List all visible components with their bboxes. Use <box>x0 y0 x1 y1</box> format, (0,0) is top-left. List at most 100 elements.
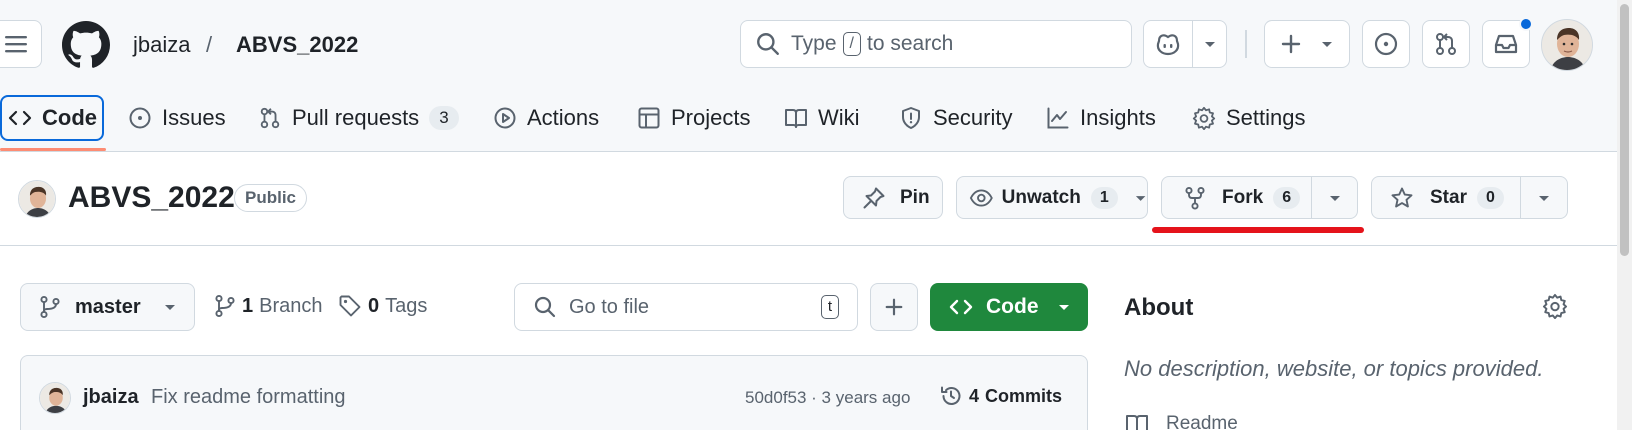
create-new-button[interactable] <box>1264 20 1350 68</box>
tab-security[interactable]: Security <box>899 95 1012 141</box>
go-to-file-placeholder: Go to file <box>569 295 650 318</box>
search-input[interactable]: Type / to search <box>740 20 1132 68</box>
notification-dot <box>1519 17 1533 31</box>
scrollbar-thumb[interactable] <box>1620 4 1629 256</box>
pin-button[interactable]: Pin <box>843 176 943 219</box>
add-file-button[interactable] <box>870 283 918 331</box>
eye-icon <box>969 188 993 207</box>
commits-label: Commits <box>985 385 1063 406</box>
history-icon <box>941 386 961 405</box>
about-heading: About <box>1124 294 1194 321</box>
menu-button[interactable] <box>0 20 42 68</box>
page-scrollbar[interactable] <box>1617 0 1632 430</box>
breadcrumb-separator: / <box>206 32 213 57</box>
book-icon <box>785 109 807 128</box>
star-icon <box>1391 187 1413 207</box>
avatar-image <box>40 383 70 413</box>
copilot-button[interactable] <box>1143 20 1227 68</box>
go-to-file-input[interactable]: Go to file t <box>514 283 858 331</box>
gear-icon <box>1192 106 1216 130</box>
issue-icon <box>129 107 151 129</box>
commit-message[interactable]: Fix readme formatting <box>151 386 346 409</box>
caret-down-icon <box>1135 195 1146 201</box>
caret-down-icon <box>1322 42 1332 47</box>
code-icon <box>949 299 973 315</box>
commit-author[interactable]: jbaiza <box>83 386 139 409</box>
pull-request-icon <box>260 107 280 129</box>
star-button[interactable]: Star 0 <box>1372 177 1520 218</box>
user-avatar[interactable] <box>1541 19 1593 71</box>
header-divider <box>1245 30 1247 58</box>
tab-actions[interactable]: Actions <box>493 95 599 141</box>
branch-name: master <box>75 295 141 318</box>
tab-label: Wiki <box>818 105 860 130</box>
tab-code[interactable]: Code <box>0 95 104 141</box>
avatar-image <box>19 181 55 217</box>
section-divider <box>0 245 1632 246</box>
search-icon <box>757 33 779 55</box>
tab-settings[interactable]: Settings <box>1192 95 1306 141</box>
unwatch-button[interactable]: Unwatch 1 <box>956 176 1148 219</box>
tag-label: Tags <box>385 294 428 317</box>
tag-icon <box>339 295 361 317</box>
star-count: 0 <box>1476 186 1504 209</box>
unwatch-label: Unwatch <box>1001 186 1081 208</box>
table-icon <box>638 107 660 129</box>
issue-icon <box>1374 32 1398 56</box>
caret-down-icon <box>1204 42 1215 47</box>
fork-dropdown[interactable] <box>1312 177 1357 218</box>
tab-issues[interactable]: Issues <box>128 95 226 141</box>
repo-title[interactable]: ABVS_2022 <box>68 181 235 215</box>
global-header: jbaiza / ABVS_2022 Type / to search Code… <box>0 0 1632 152</box>
your-pull-requests-button[interactable] <box>1422 20 1470 68</box>
tab-pull-requests[interactable]: Pull requests 3 <box>258 95 459 141</box>
visibility-badge: Public <box>234 184 308 212</box>
readme-link[interactable]: Readme <box>1124 412 1238 430</box>
fork-label: Fork <box>1222 186 1264 208</box>
commits-history-link[interactable]: 4 Commits <box>939 384 1062 408</box>
graph-icon <box>1047 107 1069 129</box>
tab-label: Insights <box>1080 105 1156 130</box>
copilot-dropdown[interactable] <box>1193 39 1226 49</box>
branch-selector[interactable]: master <box>20 283 195 331</box>
tab-wiki[interactable]: Wiki <box>784 95 860 141</box>
repo-link[interactable]: ABVS_2022 <box>236 32 358 58</box>
gear-icon <box>1542 293 1568 319</box>
branch-count: 1 <box>242 294 254 317</box>
caret-down-icon <box>1539 195 1549 201</box>
fork-button[interactable]: Fork 6 <box>1162 177 1311 218</box>
commit-author-avatar[interactable] <box>39 382 71 414</box>
git-branch-icon <box>40 295 60 319</box>
star-button-group: Star 0 <box>1371 176 1568 219</box>
search-suffix: to search <box>866 32 954 55</box>
github-logo[interactable] <box>62 21 110 69</box>
commit-hash-time[interactable]: 50d0f53 · 3 years ago <box>745 388 910 408</box>
avatar-image <box>1542 20 1592 70</box>
tab-label: Settings <box>1226 105 1306 130</box>
about-description: No description, website, or topics provi… <box>1124 356 1544 381</box>
code-icon <box>8 110 32 126</box>
pin-label: Pin <box>900 186 930 208</box>
copilot-icon <box>1156 34 1180 56</box>
go-to-file-shortcut: t <box>820 295 839 319</box>
tab-projects[interactable]: Projects <box>637 95 750 141</box>
repo-owner-avatar[interactable] <box>18 180 56 218</box>
tab-label: Projects <box>671 105 751 130</box>
branches-link[interactable]: 1 Branch <box>214 294 323 318</box>
tab-label: Issues <box>162 105 226 130</box>
tags-link[interactable]: 0 Tags <box>338 294 427 318</box>
caret-down-icon <box>164 305 175 310</box>
owner-link[interactable]: jbaiza <box>133 32 190 58</box>
tab-insights[interactable]: Insights <box>1046 95 1156 141</box>
your-issues-button[interactable] <box>1362 20 1410 68</box>
tab-label: Security <box>933 105 1013 130</box>
repo-forked-icon <box>1185 186 1205 210</box>
code-dropdown-button[interactable]: Code <box>930 283 1088 331</box>
edit-about-button[interactable] <box>1542 293 1568 319</box>
active-tab-underline <box>0 148 106 151</box>
search-prefix: Type <box>791 32 837 55</box>
book-icon <box>1126 415 1148 430</box>
star-dropdown[interactable] <box>1521 177 1567 218</box>
annotation-underline <box>1152 227 1364 233</box>
search-shortcut-key: / <box>842 32 861 56</box>
